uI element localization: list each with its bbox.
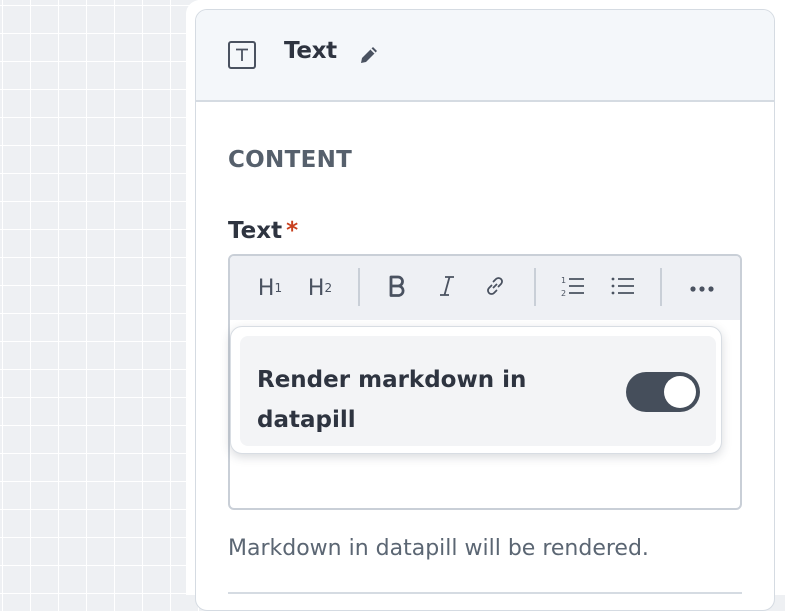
panel-header: Text: [196, 10, 774, 102]
heading-2-button[interactable]: H2: [304, 270, 336, 306]
italic-icon: [436, 274, 458, 302]
render-markdown-option[interactable]: Render markdown in datapill: [240, 336, 716, 446]
section-title: CONTENT: [228, 147, 353, 173]
heading-1-label: H: [257, 275, 275, 301]
panel-title: Text: [284, 38, 337, 64]
ordered-list-icon: 1 2: [560, 274, 586, 302]
text-type-icon: [228, 41, 256, 69]
bold-icon: [386, 274, 408, 302]
bullet-list-button[interactable]: [606, 270, 640, 306]
render-markdown-toggle[interactable]: [626, 372, 700, 412]
more-options-icon: [689, 279, 715, 298]
required-marker: *: [286, 218, 299, 244]
heading-2-level: 2: [324, 281, 333, 295]
section-divider: [228, 592, 742, 594]
heading-1-button[interactable]: H1: [254, 270, 286, 306]
properties-panel: Text CONTENT Text * H1 H2 1 2 Render mar…: [186, 0, 785, 611]
panel-card: Text CONTENT Text * H1 H2 1 2 Render mar…: [195, 9, 775, 611]
svg-text:2: 2: [561, 289, 566, 298]
helper-text: Markdown in datapill will be rendered.: [228, 536, 649, 561]
bullet-list-icon: [610, 274, 636, 302]
more-options-popover: Render markdown in datapill: [230, 326, 722, 454]
heading-2-label: H: [307, 275, 325, 301]
toolbar-divider: [660, 268, 662, 306]
toolbar-divider: [358, 268, 360, 306]
svg-text:1: 1: [561, 276, 566, 285]
field-label-text: Text: [228, 218, 283, 244]
more-options-button[interactable]: [682, 270, 722, 306]
ordered-list-button[interactable]: 1 2: [556, 270, 590, 306]
toolbar-divider: [534, 268, 536, 306]
link-button[interactable]: [478, 270, 512, 306]
toggle-knob: [664, 376, 696, 408]
field-label: Text *: [228, 218, 298, 244]
heading-1-level: 1: [274, 281, 283, 295]
render-markdown-label: Render markdown in datapill: [257, 367, 527, 433]
pencil-icon[interactable]: [357, 43, 381, 71]
italic-button[interactable]: [430, 270, 464, 306]
link-icon: [483, 274, 507, 302]
bold-button[interactable]: [380, 270, 414, 306]
editor-toolbar: H1 H2 1 2: [230, 256, 740, 320]
